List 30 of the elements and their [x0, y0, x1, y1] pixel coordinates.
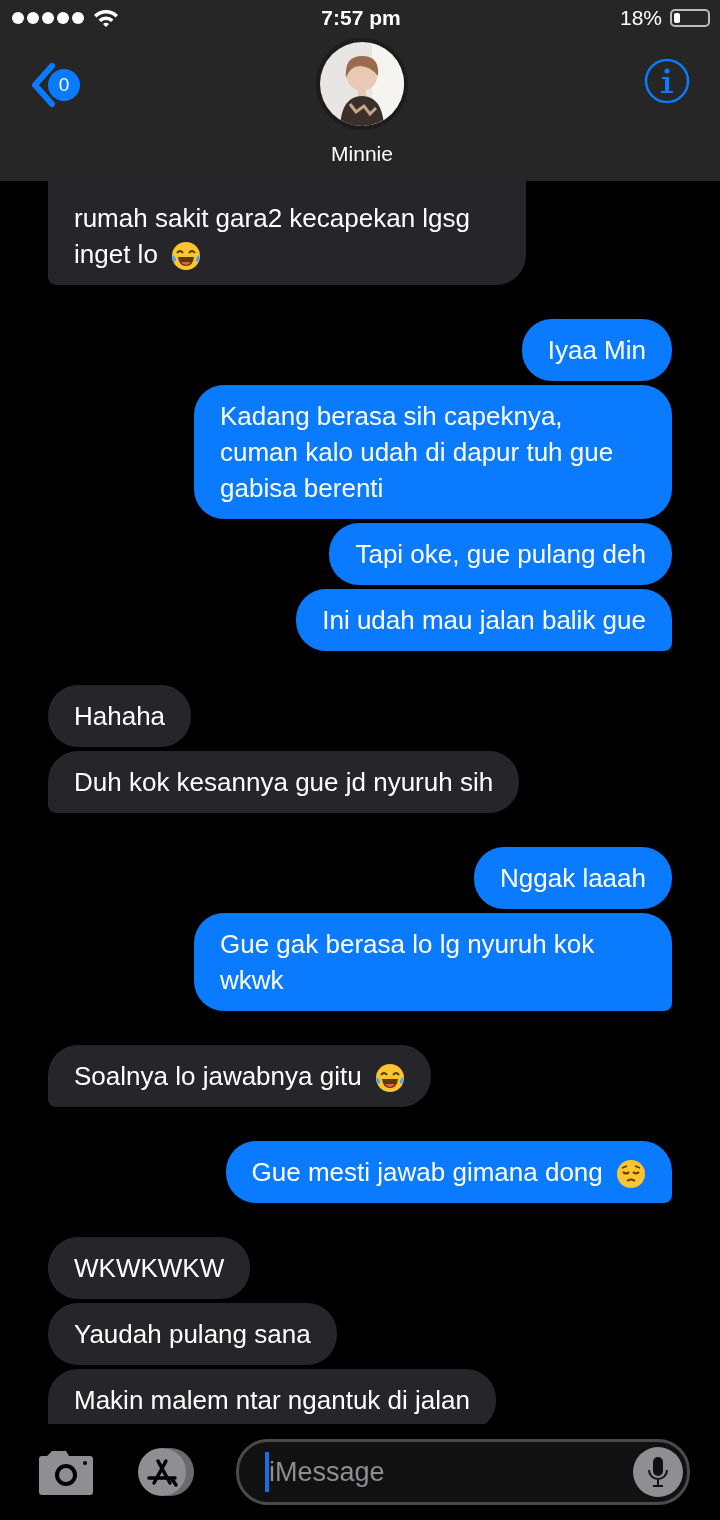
microphone-icon: [647, 1456, 669, 1488]
laughing-face-icon: [374, 1063, 405, 1094]
sent-message-bubble: Iyaa Min: [521, 319, 672, 381]
received-message-bubble: rumah sakit gara2 kecapekan lgsg inget lo: [48, 181, 526, 285]
sent-message-bubble: Tapi oke, gue pulang deh: [329, 523, 672, 585]
sent-message-bubble: Gue gak berasa lo lg nyuruh kok wkwk: [194, 913, 672, 1011]
received-message-bubble: WKWKWKW: [48, 1237, 251, 1299]
sent-message-bubble: Ini udah mau jalan balik gue: [296, 589, 672, 651]
status-time: 7:57 pm: [321, 6, 401, 30]
wifi-icon: [92, 8, 120, 28]
laughing-face-icon: [171, 241, 202, 272]
camera-icon[interactable]: [38, 1449, 94, 1495]
contact-name: Minnie: [331, 142, 393, 166]
message-field[interactable]: iMessage: [236, 1439, 690, 1505]
received-message-bubble: Yaudah pulang sana: [48, 1303, 337, 1365]
received-message-bubble: Duh kok kesannya gue jd nyuruh sih: [48, 751, 520, 813]
info-icon[interactable]: [644, 58, 690, 104]
received-message-bubble: Hahaha: [48, 685, 192, 747]
sent-message-bubble: Nggak laaah: [474, 847, 672, 909]
signal-icon: [12, 12, 84, 24]
sent-message-bubble: Gue mesti jawab gimana dong: [225, 1141, 672, 1203]
message-input-field[interactable]: iMessage: [269, 1456, 633, 1488]
back-icon[interactable]: [30, 62, 56, 108]
sad-face-icon: [616, 1159, 646, 1190]
battery-percent: 18%: [619, 6, 662, 30]
received-message-bubble: Makin malem ntar ngantuk di jalan: [48, 1369, 496, 1424]
received-message-bubble: Soalnya lo jawabnya gitu: [48, 1045, 431, 1107]
unread-badge[interactable]: 0: [48, 69, 80, 101]
microphone-button[interactable]: [633, 1447, 683, 1497]
sent-message-bubble: Kadang berasa sih capeknya, cuman kalo udah di dapur tuh gue gabisa berenti: [194, 385, 672, 519]
